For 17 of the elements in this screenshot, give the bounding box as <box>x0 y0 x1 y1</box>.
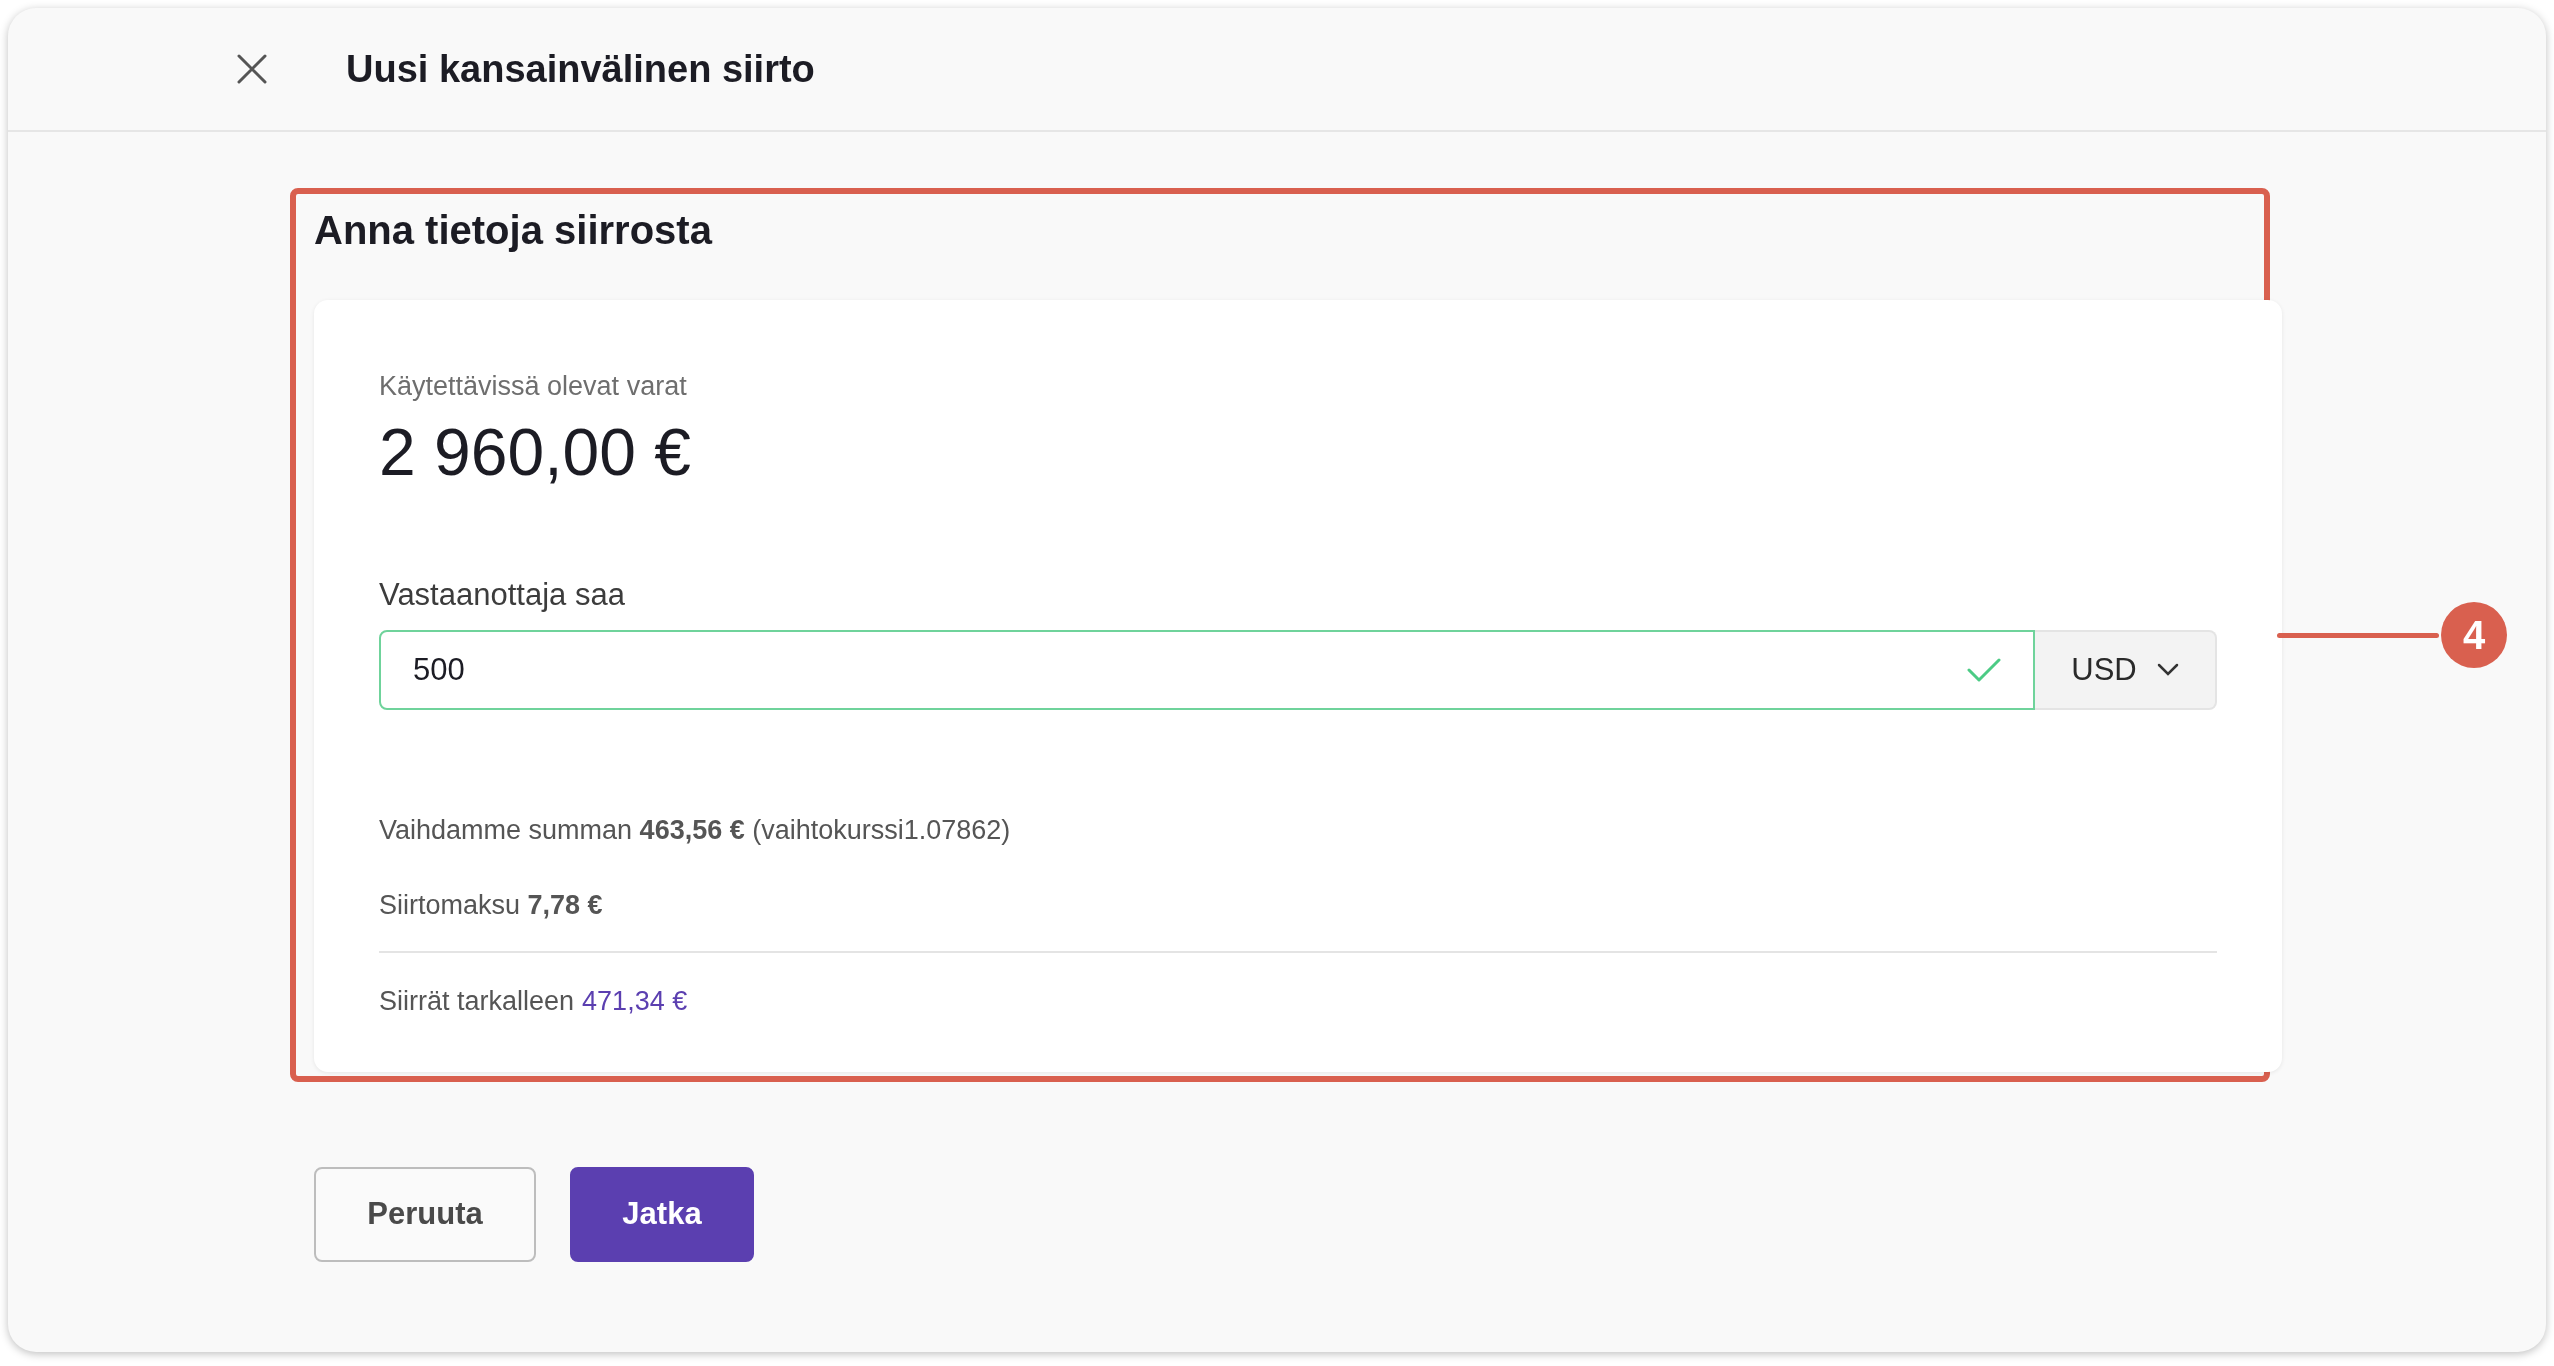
cancel-button[interactable]: Peruuta <box>314 1166 536 1262</box>
check-icon <box>1967 657 2001 684</box>
continue-button[interactable]: Jatka <box>570 1166 754 1262</box>
annotation-badge: 4 <box>2441 602 2507 668</box>
summary-line: Vaihdamme summan 463,56 € (vaihtokurssi1.07862) <box>379 814 1012 848</box>
amount-field[interactable]: 500 <box>379 630 2035 711</box>
total-label: Siirrät tarkalleen <box>379 985 575 1019</box>
summary-line: Siirtomaksu 7,78 € <box>379 888 604 922</box>
balance-label: Käytettävissä olevat varat <box>379 370 688 403</box>
balance-amount: 2 960,00 € <box>379 413 692 491</box>
currency-dropdown[interactable]: USD <box>2035 630 2217 711</box>
field-label: Vastaanottaja saa <box>379 575 626 614</box>
total-amount: 471,34 € <box>582 985 688 1019</box>
section-heading: Anna tietoja siirrosta <box>314 207 714 254</box>
window-title: Uusi kansainvälinen siirto <box>346 46 815 92</box>
close-icon <box>237 54 267 84</box>
chevron-down-icon <box>2156 663 2179 678</box>
